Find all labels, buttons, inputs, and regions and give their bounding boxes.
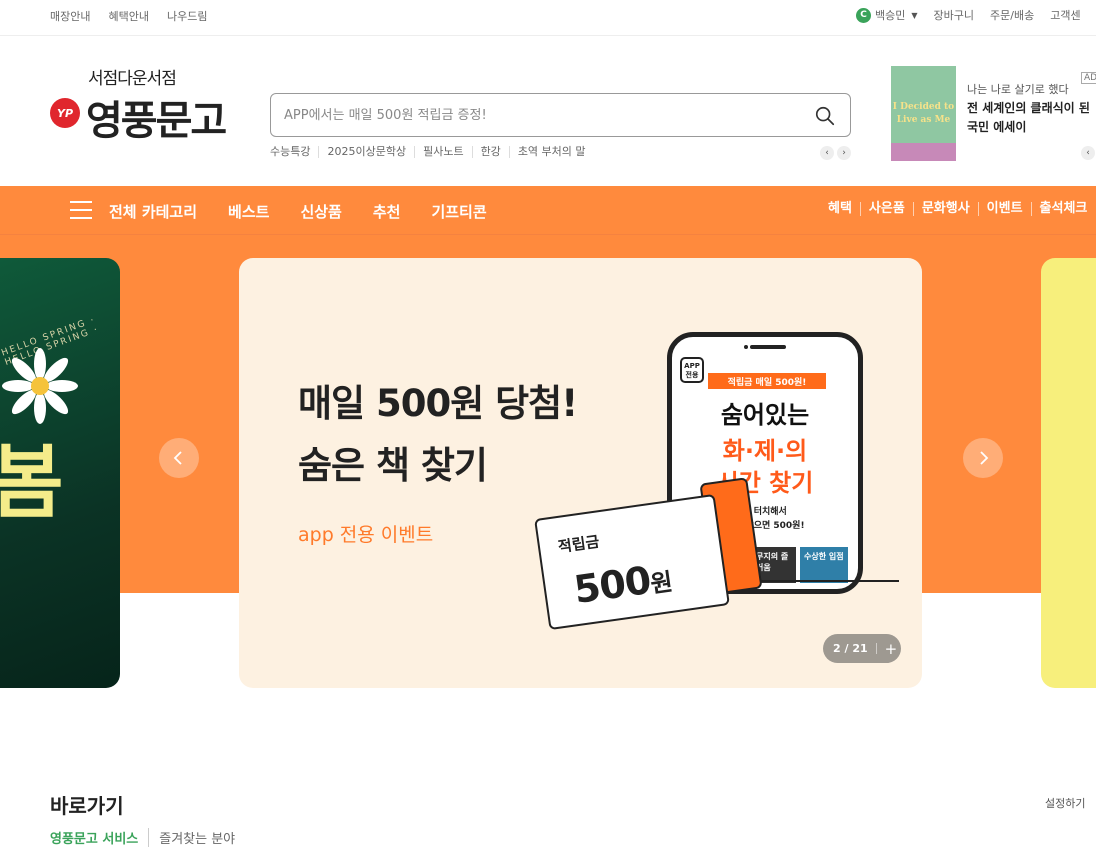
next-slide-button[interactable] (963, 438, 1003, 478)
hamburger-menu-icon[interactable] (70, 201, 92, 219)
tab-yp-service[interactable]: 영풍문고 서비스 (50, 828, 150, 847)
mini-book-2: 수상한 입점 (800, 547, 848, 583)
search-icon[interactable] (814, 105, 836, 127)
slide-counter[interactable]: 2 / 21 + (823, 634, 901, 663)
cart-link[interactable]: 장바구니 (934, 7, 974, 23)
store-info-link[interactable]: 매장안내 (50, 8, 90, 24)
benefit-info-link[interactable]: 혜택안내 (108, 8, 148, 24)
quick-settings-link[interactable]: 설정하기 (1045, 795, 1085, 811)
phone-headline-1: 숨어있는 (720, 401, 810, 429)
ad-label: AD (1081, 72, 1096, 84)
tab-favorite-fields[interactable]: 즐겨찾는 분야 (149, 828, 235, 847)
popular-keywords: 수능특강 2025이상문학상 필사노트 한강 초역 부처의 말 (270, 146, 594, 158)
ticket-label: 적립금 (556, 532, 601, 557)
logo-tagline: 서점다운서점 (88, 69, 177, 89)
phone-camera (744, 345, 748, 349)
keyword-link[interactable]: 2025이상문학상 (318, 146, 414, 158)
nav-right-items: 혜택 사은품 문화행사 이벤트 출석체크 (828, 202, 1095, 216)
nav-new[interactable]: 신상품 (300, 201, 341, 222)
logo-mark-icon: YP (50, 98, 80, 128)
ad-book-cover-band (891, 143, 956, 161)
order-delivery-link[interactable]: 주문/배송 (990, 7, 1034, 23)
ad-title-line2: 국민 에세이 (967, 120, 1027, 134)
keyword-link[interactable]: 필사노트 (414, 146, 471, 158)
ad-title-line1: 전 세계인의 클래식이 된 (967, 101, 1090, 115)
phone-notch (750, 345, 786, 349)
chevron-left-icon[interactable]: ‹ (820, 146, 834, 160)
daisy-flower-icon (2, 348, 78, 424)
search-input[interactable] (271, 94, 791, 136)
ad-subtitle: 나는 나로 살기로 했다 (967, 83, 1069, 96)
customer-center-link[interactable]: 고객센 (1050, 7, 1080, 23)
nav-benefit[interactable]: 혜택 (828, 202, 860, 216)
prev-banner-slide[interactable]: HELLO SPRING · HELLO SPRING · 봄 (0, 258, 120, 688)
nav-gifticon[interactable]: 기프티콘 (431, 201, 486, 222)
keyword-link[interactable]: 초역 부처의 말 (508, 146, 594, 158)
banner-title-line2: 숨은 책 찾기 (298, 444, 488, 487)
user-name: 백승민 (875, 9, 906, 22)
top-links-right: C 백승민 ▼ 장바구니 주문/배송 고객센 (856, 7, 1081, 23)
phone-headline-2: 화·제·의 (722, 437, 808, 465)
user-grade-badge: C (856, 7, 871, 23)
keyword-link[interactable]: 수능특강 (270, 146, 318, 158)
main-banner[interactable]: 매일 500원 당첨! 숨은 책 찾기 app 전용 이벤트 APP 전용 적립… (239, 258, 922, 688)
nav-attendance[interactable]: 출석체크 (1030, 202, 1096, 216)
chevron-right-icon (980, 451, 989, 465)
spring-big-text: 봄 (0, 436, 64, 529)
slide-counter-text: 2 / 21 (833, 642, 868, 655)
phone-strip: 적립금 매일 500원! (708, 373, 826, 389)
ticket-unit: 원 (648, 567, 674, 599)
app-only-tag: APP 전용 (680, 357, 704, 383)
top-links-left: 매장안내 혜택안내 나우드림 (50, 8, 207, 24)
banner-subtitle: app 전용 이벤트 (298, 524, 434, 546)
banner-title: 매일 500원 당첨! 숨은 책 찾기 (298, 373, 578, 497)
nav-best[interactable]: 베스트 (228, 201, 269, 222)
now-dream-link[interactable]: 나우드림 (167, 8, 207, 24)
main-nav: 전체 카테고리 베스트 신상품 추천 기프티콘 혜택 사은품 문화행사 이벤트 … (0, 186, 1096, 234)
ticket-amount: 500 (571, 557, 654, 613)
quick-tabs: 영풍문고 서비스 즐겨찾는 분야 (50, 828, 235, 847)
keyword-nav: ‹ › (820, 146, 851, 160)
counter-divider (875, 643, 877, 654)
chevron-left-icon (173, 451, 182, 465)
user-menu[interactable]: C 백승민 ▼ (856, 7, 918, 23)
plus-icon: + (884, 639, 898, 658)
keyword-link[interactable]: 한강 (471, 146, 509, 158)
reward-ticket: 적립금 500원 (534, 493, 730, 631)
nav-main-items: 전체 카테고리 베스트 신상품 추천 기프티콘 (109, 201, 487, 222)
ad-book-cover[interactable]: I Decided to Live as Me (891, 66, 956, 161)
prev-slide-button[interactable] (159, 438, 199, 478)
next-banner-slide[interactable] (1041, 258, 1096, 688)
logo-name: 영풍문고 (86, 98, 227, 144)
ad-book-cover-title: I Decided to Live as Me (892, 101, 955, 125)
site-logo[interactable]: 서점다운서점 YP 영풍문고 (50, 64, 230, 144)
nav-event[interactable]: 이벤트 (977, 202, 1031, 216)
chevron-left-icon[interactable]: ‹ (1081, 146, 1095, 160)
ticket-value: 500원 (571, 555, 674, 612)
chevron-right-icon[interactable]: › (837, 146, 851, 160)
top-utility-bar: 매장안내 혜택안내 나우드림 C 백승민 ▼ 장바구니 주문/배송 고객센 (0, 0, 1096, 36)
search-box (270, 93, 851, 137)
ad-text[interactable]: 나는 나로 살기로 했다 전 세계인의 클래식이 된 국민 에세이 (967, 80, 1096, 137)
nav-gift[interactable]: 사은품 (859, 202, 913, 216)
quick-links-title: 바로가기 (50, 794, 124, 818)
banner-title-line1: 매일 500원 당첨! (298, 382, 578, 425)
nav-culture[interactable]: 문화행사 (912, 202, 978, 216)
caret-down-icon: ▼ (911, 10, 918, 20)
nav-all-categories[interactable]: 전체 카테고리 (109, 201, 197, 222)
nav-recommend[interactable]: 추천 (373, 201, 401, 222)
